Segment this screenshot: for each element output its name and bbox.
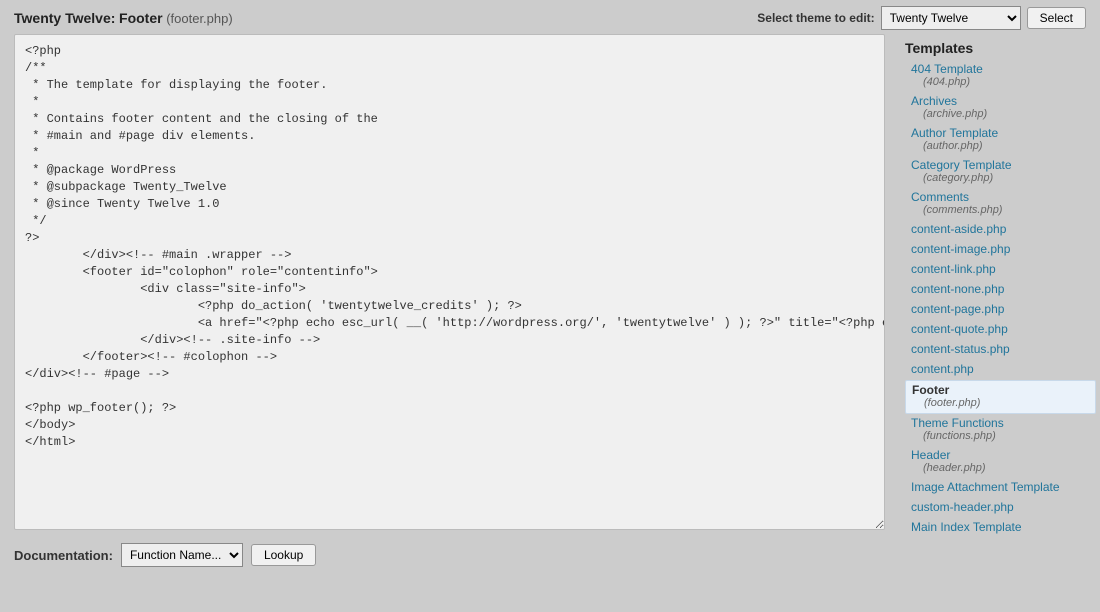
theme-select-label: Select theme to edit: — [757, 11, 874, 25]
template-title[interactable]: Comments — [911, 190, 1090, 204]
page-title: Footer — [119, 10, 163, 26]
template-file: (functions.php) — [911, 430, 1090, 442]
template-file: (header.php) — [911, 462, 1090, 474]
template-title[interactable]: content.php — [911, 362, 1090, 376]
template-item[interactable]: content-link.php — [905, 260, 1096, 280]
template-title[interactable]: Main Index Template — [911, 520, 1090, 534]
template-item[interactable]: Archives(archive.php) — [905, 92, 1096, 124]
template-item[interactable]: Header(header.php) — [905, 446, 1096, 478]
template-item[interactable]: content-aside.php — [905, 220, 1096, 240]
editor-column: Documentation: Function Name... Lookup — [14, 34, 895, 567]
template-file: (author.php) — [911, 140, 1090, 152]
template-title[interactable]: content-aside.php — [911, 222, 1090, 236]
template-title[interactable]: 404 Template — [911, 62, 1090, 76]
file-name: (footer.php) — [166, 11, 233, 26]
template-item[interactable]: Image Attachment Template — [905, 478, 1096, 498]
template-title[interactable]: Header — [911, 448, 1090, 462]
template-title[interactable]: Category Template — [911, 158, 1090, 172]
template-item[interactable]: Footer(footer.php) — [905, 380, 1096, 414]
templates-sidebar: Templates 404 Template(404.php)Archives(… — [895, 34, 1100, 542]
template-item[interactable]: Theme Functions(functions.php) — [905, 414, 1096, 446]
template-item[interactable]: content-status.php — [905, 340, 1096, 360]
template-item[interactable]: custom-header.php — [905, 498, 1096, 518]
template-title[interactable]: custom-header.php — [911, 500, 1090, 514]
code-editor[interactable] — [14, 34, 885, 530]
template-file: (comments.php) — [911, 204, 1090, 216]
template-title[interactable]: Footer — [912, 383, 1089, 397]
template-title[interactable]: Image Attachment Template — [911, 480, 1090, 494]
template-title[interactable]: Author Template — [911, 126, 1090, 140]
page-title-area: Twenty Twelve: Footer (footer.php) — [14, 10, 757, 26]
lookup-button[interactable]: Lookup — [251, 544, 316, 566]
template-title[interactable]: content-quote.php — [911, 322, 1090, 336]
template-title[interactable]: content-page.php — [911, 302, 1090, 316]
main-area: Documentation: Function Name... Lookup T… — [0, 34, 1100, 567]
template-title[interactable]: content-link.php — [911, 262, 1090, 276]
template-title[interactable]: content-none.php — [911, 282, 1090, 296]
function-name-select[interactable]: Function Name... — [121, 543, 243, 567]
template-item[interactable]: content-page.php — [905, 300, 1096, 320]
template-item[interactable]: 404 Template(404.php) — [905, 60, 1096, 92]
template-title[interactable]: Theme Functions — [911, 416, 1090, 430]
template-item[interactable]: content-image.php — [905, 240, 1096, 260]
template-item[interactable]: Main Index Template — [905, 518, 1096, 538]
documentation-label: Documentation: — [14, 548, 113, 563]
template-item[interactable]: content.php — [905, 360, 1096, 380]
template-title[interactable]: content-status.php — [911, 342, 1090, 356]
template-title[interactable]: content-image.php — [911, 242, 1090, 256]
template-item[interactable]: Author Template(author.php) — [905, 124, 1096, 156]
template-item[interactable]: content-none.php — [905, 280, 1096, 300]
header-bar: Twenty Twelve: Footer (footer.php) Selec… — [0, 0, 1100, 34]
theme-select[interactable]: Twenty Twelve — [881, 6, 1021, 30]
template-item[interactable]: content-quote.php — [905, 320, 1096, 340]
template-file: (category.php) — [911, 172, 1090, 184]
documentation-row: Documentation: Function Name... Lookup — [14, 543, 885, 567]
select-button[interactable]: Select — [1027, 7, 1086, 29]
template-file: (archive.php) — [911, 108, 1090, 120]
templates-heading: Templates — [905, 40, 1096, 56]
template-title[interactable]: Archives — [911, 94, 1090, 108]
theme-name: Twenty Twelve: — [14, 10, 115, 26]
templates-list: 404 Template(404.php)Archives(archive.ph… — [905, 60, 1096, 538]
template-item[interactable]: Comments(comments.php) — [905, 188, 1096, 220]
template-file: (footer.php) — [912, 397, 1089, 409]
template-file: (404.php) — [911, 76, 1090, 88]
template-item[interactable]: Category Template(category.php) — [905, 156, 1096, 188]
